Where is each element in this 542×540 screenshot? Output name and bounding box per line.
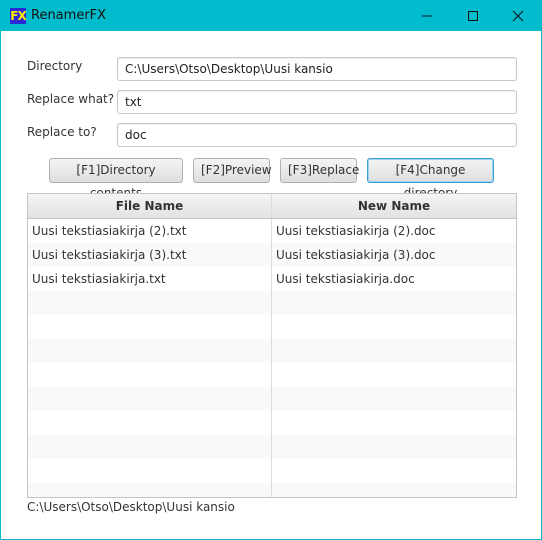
table-row[interactable]: Uusi tekstiasiakirja.txt Uusi tekstiasiak… bbox=[28, 267, 516, 291]
directory-contents-button[interactable]: [F1]Directory contents bbox=[49, 158, 183, 200]
replace-what-label: Replace what? bbox=[27, 92, 115, 106]
minimize-icon bbox=[422, 15, 432, 17]
file-name-cell: Uusi tekstiasiakirja (2).txt bbox=[28, 219, 272, 243]
window-title: RenamerFX bbox=[31, 8, 107, 23]
new-name-cell bbox=[272, 339, 516, 363]
new-name-cell bbox=[272, 315, 516, 339]
replace-button[interactable]: [F3]Replace bbox=[280, 158, 359, 183]
empty-table-row bbox=[28, 411, 516, 435]
file-name-cell: Uusi tekstiasiakirja (3).txt bbox=[28, 243, 272, 267]
empty-table-row bbox=[28, 291, 516, 315]
file-name-cell bbox=[28, 291, 272, 315]
app-window: FX RenamerFX Directory Replace what? Rep… bbox=[0, 0, 542, 540]
table-header: File Name New Name bbox=[28, 194, 516, 219]
empty-table-row bbox=[28, 315, 516, 339]
new-name-cell bbox=[272, 459, 516, 483]
preview-button[interactable]: [F2]Preview bbox=[193, 158, 272, 183]
empty-table-row bbox=[28, 363, 516, 387]
title-bar: FX RenamerFX bbox=[1, 1, 541, 31]
column-header-file-name[interactable]: File Name bbox=[28, 194, 272, 218]
file-table: File Name New Name Uusi tekstiasiakirja … bbox=[27, 193, 517, 498]
new-name-cell bbox=[272, 435, 516, 459]
column-header-new-name[interactable]: New Name bbox=[272, 194, 516, 218]
file-name-cell bbox=[28, 339, 272, 363]
empty-table-row bbox=[28, 459, 516, 483]
close-button[interactable] bbox=[495, 1, 541, 31]
file-name-cell bbox=[28, 411, 272, 435]
minimize-button[interactable] bbox=[404, 1, 450, 31]
status-path: C:\Users\Otso\Desktop\Uusi kansio bbox=[27, 500, 235, 514]
table-row[interactable]: Uusi tekstiasiakirja (2).txt Uusi tekstia… bbox=[28, 219, 516, 243]
new-name-cell: Uusi tekstiasiakirja (2).doc bbox=[276, 224, 436, 238]
replace-to-input[interactable] bbox=[117, 123, 517, 147]
new-name-cell bbox=[272, 291, 516, 315]
maximize-icon bbox=[468, 11, 478, 21]
empty-table-row bbox=[28, 435, 516, 459]
new-name-cell bbox=[272, 387, 516, 411]
file-name-cell bbox=[28, 315, 272, 339]
empty-table-row bbox=[28, 483, 516, 497]
new-name-cell bbox=[272, 363, 516, 387]
file-name-cell bbox=[28, 483, 272, 497]
close-icon bbox=[512, 10, 524, 22]
file-name-cell bbox=[28, 387, 272, 411]
replace-what-input[interactable] bbox=[117, 90, 517, 114]
file-name-cell: Uusi tekstiasiakirja.txt bbox=[28, 267, 272, 291]
directory-label: Directory bbox=[27, 59, 83, 73]
empty-table-row bbox=[28, 339, 516, 363]
app-logo-icon: FX bbox=[10, 8, 27, 24]
new-name-cell: Uusi tekstiasiakirja.doc bbox=[276, 272, 415, 286]
new-name-cell bbox=[272, 483, 516, 497]
table-row[interactable]: Uusi tekstiasiakirja (3).txt Uusi tekstia… bbox=[28, 243, 516, 267]
new-name-cell bbox=[272, 411, 516, 435]
file-name-cell bbox=[28, 459, 272, 483]
file-name-cell bbox=[28, 363, 272, 387]
maximize-button[interactable] bbox=[450, 1, 496, 31]
new-name-cell: Uusi tekstiasiakirja (3).doc bbox=[276, 248, 436, 262]
directory-input[interactable] bbox=[117, 57, 517, 81]
table-body: Uusi tekstiasiakirja (2).txt Uusi tekstia… bbox=[28, 219, 516, 497]
file-name-cell bbox=[28, 435, 272, 459]
change-directory-button[interactable]: [F4]Change directory bbox=[367, 158, 494, 200]
replace-to-label: Replace to? bbox=[27, 125, 97, 139]
empty-table-row bbox=[28, 387, 516, 411]
